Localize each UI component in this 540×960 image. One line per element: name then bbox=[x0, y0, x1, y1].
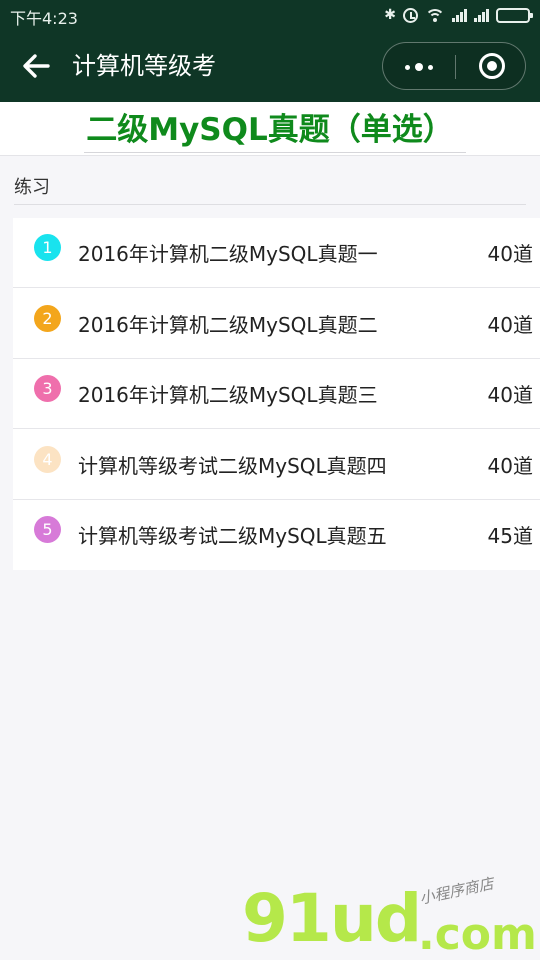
item-count: 40道 bbox=[487, 242, 533, 266]
exam-list: 1 2016年计算机二级MySQL真题一 40道 2 2016年计算机二级MyS… bbox=[13, 218, 540, 570]
item-title: 2016年计算机二级MySQL真题三 bbox=[78, 383, 378, 407]
item-count: 40道 bbox=[487, 313, 533, 337]
item-title: 2016年计算机二级MySQL真题一 bbox=[78, 242, 378, 266]
number-badge: 4 bbox=[34, 446, 61, 473]
list-item[interactable]: 5 计算机等级考试二级MySQL真题五 45道 bbox=[13, 500, 540, 570]
item-title: 2016年计算机二级MySQL真题二 bbox=[78, 313, 378, 337]
status-time: 下午4:23 bbox=[10, 9, 78, 28]
number-badge: 5 bbox=[34, 516, 61, 543]
alarm-icon bbox=[403, 7, 418, 23]
mini-program-capsule bbox=[382, 42, 526, 90]
number-badge: 1 bbox=[34, 234, 61, 261]
signal-icon bbox=[452, 8, 467, 22]
item-title: 计算机等级考试二级MySQL真题四 bbox=[78, 454, 387, 478]
number-badge: 3 bbox=[34, 375, 61, 402]
capsule-divider bbox=[455, 55, 456, 79]
section-label: 练习 bbox=[14, 177, 50, 198]
page-title: 二级MySQL真题（单选） bbox=[86, 112, 454, 148]
nav-bar: 计算机等级考 bbox=[0, 30, 540, 102]
back-arrow-icon[interactable] bbox=[20, 52, 52, 80]
battery-icon bbox=[496, 7, 533, 23]
list-item[interactable]: 1 2016年计算机二级MySQL真题一 40道 bbox=[13, 218, 540, 288]
title-underline bbox=[84, 152, 466, 153]
status-icons: ✱ bbox=[384, 6, 533, 24]
wifi-icon bbox=[425, 8, 445, 22]
section-divider bbox=[14, 204, 526, 205]
close-circle-icon[interactable] bbox=[479, 53, 505, 79]
watermark: 91ud 小程序商店 .com bbox=[240, 874, 540, 960]
item-count: 40道 bbox=[487, 454, 533, 478]
watermark-subtitle: 小程序商店 bbox=[418, 874, 496, 908]
list-item[interactable]: 4 计算机等级考试二级MySQL真题四 40道 bbox=[13, 430, 540, 500]
item-title: 计算机等级考试二级MySQL真题五 bbox=[78, 524, 387, 548]
more-icon[interactable] bbox=[401, 60, 437, 74]
item-count: 40道 bbox=[487, 383, 533, 407]
status-bar: 下午4:23 ✱ bbox=[0, 0, 540, 30]
watermark-logo: 91ud bbox=[242, 880, 422, 957]
list-item[interactable]: 2 2016年计算机二级MySQL真题二 40道 bbox=[13, 289, 540, 359]
signal-icon-2 bbox=[474, 8, 489, 22]
watermark-domain: .com bbox=[418, 909, 537, 960]
bluetooth-icon: ✱ bbox=[384, 7, 396, 23]
page-header: 二级MySQL真题（单选） bbox=[0, 102, 540, 156]
item-count: 45道 bbox=[487, 524, 533, 548]
nav-title: 计算机等级考 bbox=[72, 52, 216, 80]
number-badge: 2 bbox=[34, 305, 61, 332]
list-item[interactable]: 3 2016年计算机二级MySQL真题三 40道 bbox=[13, 359, 540, 429]
